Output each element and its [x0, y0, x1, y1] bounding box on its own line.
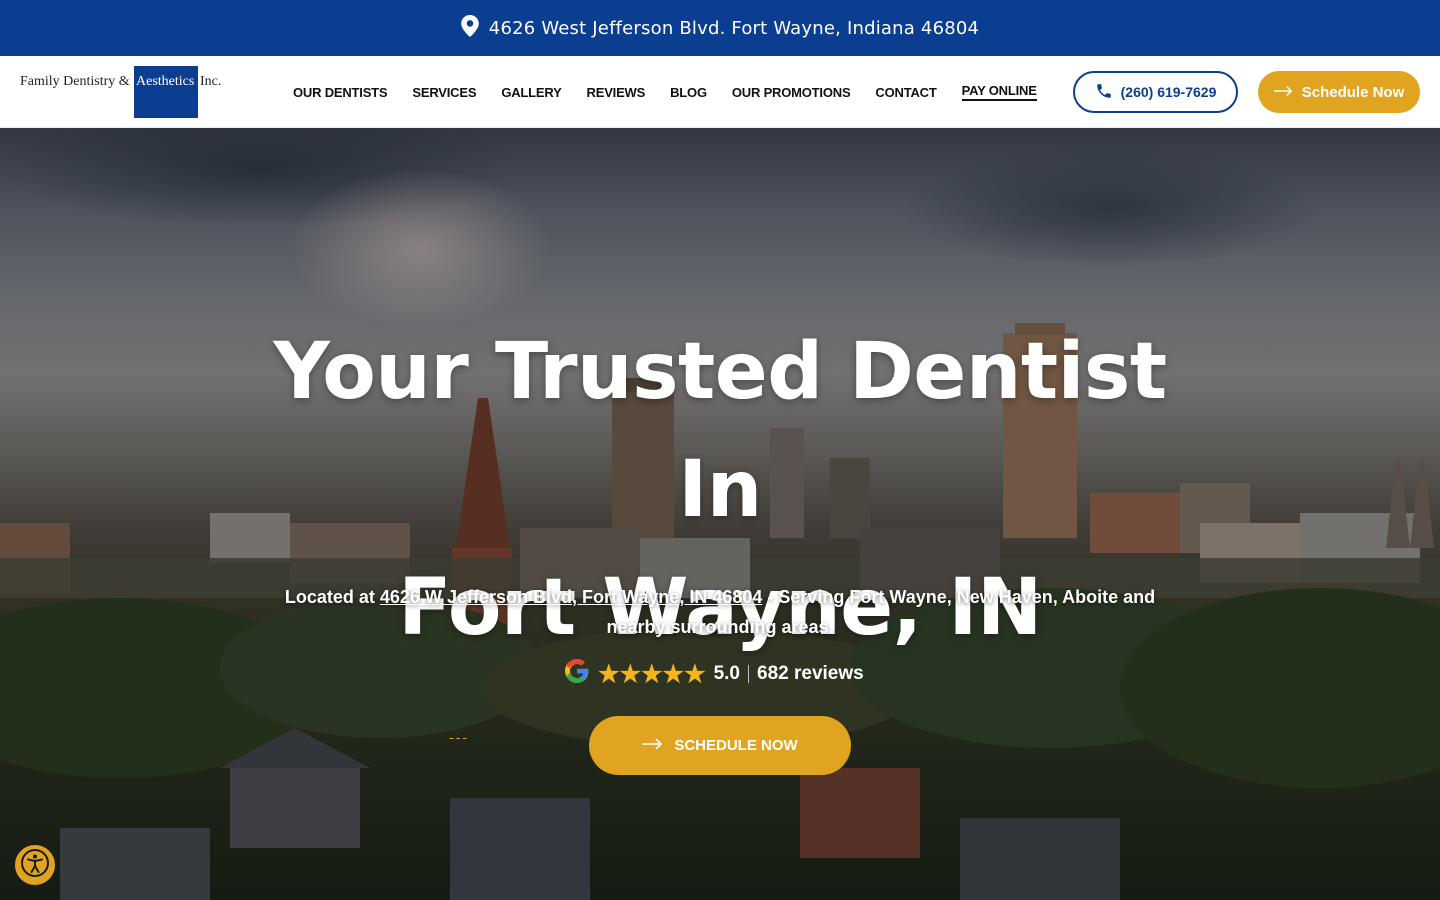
- google-g-icon: [564, 658, 590, 690]
- logo-text-aesthetics: Aesthetics: [136, 74, 195, 89]
- nav-contact[interactable]: CONTACT: [875, 85, 936, 100]
- logo-text-inc: Inc.: [200, 74, 222, 89]
- phone-button[interactable]: (260) 619-7629: [1073, 71, 1238, 113]
- review-count: 682 reviews: [757, 663, 864, 684]
- hero-subtext: Located at 4626 W Jefferson Blvd, Fort W…: [270, 582, 1170, 642]
- accessibility-button[interactable]: [13, 843, 57, 887]
- hero-sub-prefix: Located at: [284, 587, 375, 607]
- hero-address-link[interactable]: 4626 W Jefferson Blvd, Fort Wayne, IN 46…: [380, 587, 762, 607]
- hero-cta-label: SCHEDULE NOW: [674, 737, 798, 754]
- logo-text-family-dentistry: Family Dentistry &: [20, 74, 130, 89]
- schedule-now-label: Schedule Now: [1301, 83, 1405, 101]
- nav-our-promotions[interactable]: OUR PROMOTIONS: [732, 85, 851, 100]
- nav-gallery[interactable]: GALLERY: [501, 85, 561, 100]
- arrow-right-icon: [1273, 84, 1294, 101]
- phone-number: (260) 619-7629: [1120, 84, 1217, 100]
- map-pin-icon: [460, 14, 479, 42]
- accessibility-icon: [20, 848, 50, 882]
- phone-icon: [1095, 82, 1113, 103]
- rating-separator: [748, 665, 749, 683]
- site-logo[interactable]: Family Dentistry & Aesthetics Inc.: [20, 66, 240, 118]
- nav-reviews[interactable]: REVIEWS: [587, 85, 646, 100]
- nav-our-dentists[interactable]: OUR DENTISTS: [293, 85, 388, 100]
- nav-services[interactable]: SERVICES: [412, 85, 476, 100]
- schedule-now-button[interactable]: Schedule Now: [1258, 71, 1420, 113]
- main-nav: OUR DENTISTS SERVICES GALLERY REVIEWS BL…: [293, 56, 1037, 128]
- top-address-bar: 4626 West Jefferson Blvd. Fort Wayne, In…: [0, 0, 1440, 56]
- top-address-text[interactable]: 4626 West Jefferson Blvd. Fort Wayne, In…: [489, 18, 979, 39]
- hero-schedule-now-button[interactable]: SCHEDULE NOW: [589, 716, 851, 775]
- decorative-dashes: ---: [449, 731, 470, 746]
- hero-section: Your Trusted Dentist In Fort Wayne, IN L…: [0, 128, 1440, 900]
- rating-value: 5.0: [713, 663, 740, 684]
- nav-blog[interactable]: BLOG: [670, 85, 707, 100]
- arrow-right-icon: [642, 737, 664, 754]
- google-rating[interactable]: ★★★★★ 5.0 682 reviews: [564, 658, 864, 690]
- nav-pay-online[interactable]: PAY ONLINE: [961, 83, 1037, 101]
- rating-stars: ★★★★★: [598, 660, 706, 688]
- site-header: Family Dentistry & Aesthetics Inc. OUR D…: [0, 56, 1440, 128]
- hero-headline-line1: Your Trusted Dentist In: [273, 327, 1167, 535]
